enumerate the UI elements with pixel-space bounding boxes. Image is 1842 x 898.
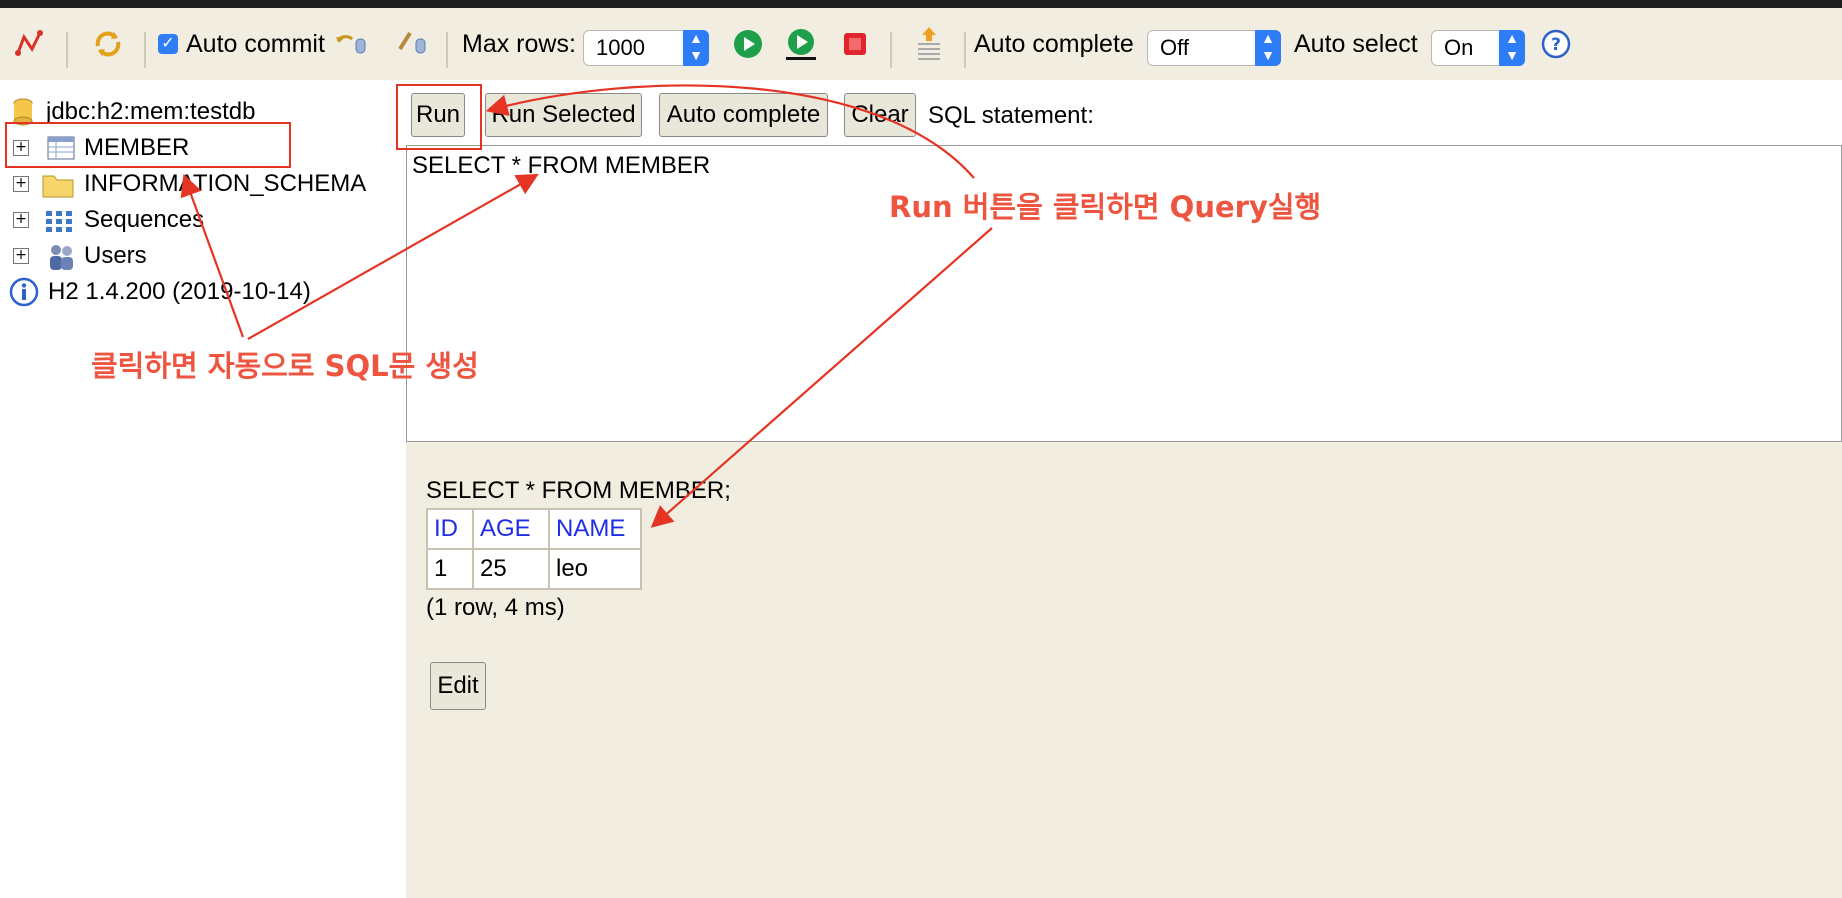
annotation-click-note: 클릭하면 자동으로 SQL문 생성 xyxy=(91,349,479,383)
arrow-to-result-table xyxy=(650,227,993,528)
arrow-to-sql-editor xyxy=(247,173,539,340)
annotation-arrows xyxy=(180,84,993,528)
annotation-run-note: Run 버튼을 클릭하면 Query실행 xyxy=(889,190,1322,224)
arrow-to-run-button xyxy=(485,84,975,179)
arrow-to-member xyxy=(180,173,245,338)
